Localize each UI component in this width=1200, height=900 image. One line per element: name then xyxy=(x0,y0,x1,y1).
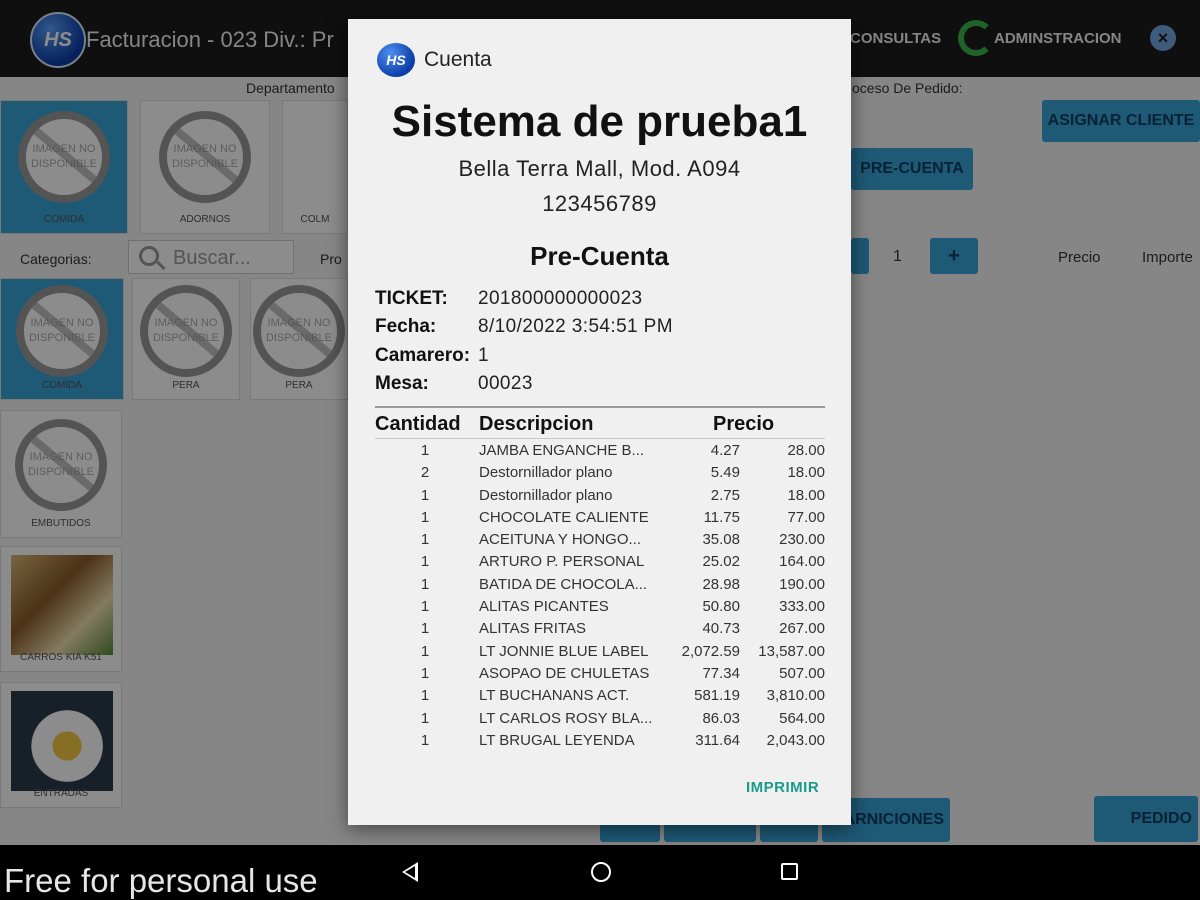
item-price: 311.64 xyxy=(695,731,740,749)
table-row: 1 LT CARLOS ROSY BLA... 86.03 564.00 xyxy=(375,707,825,729)
item-total: 164.00 xyxy=(779,553,825,571)
cuenta-dialog: HS Cuenta Sistema de prueba1 Bella Terra… xyxy=(348,19,851,825)
item-description: Destornillador plano xyxy=(479,464,613,482)
item-total: 507.00 xyxy=(779,664,825,682)
item-qty: 1 xyxy=(420,709,430,727)
items-list: 1 JAMBA ENGANCHE B... 4.27 28.00 2 Destornill… xyxy=(375,439,825,751)
item-description: LT JONNIE BLUE LABEL xyxy=(479,642,649,660)
table-row: 1 ACEITUNA Y HONGO... 35.08 230.00 xyxy=(375,528,825,550)
item-total: 77.00 xyxy=(787,508,825,526)
item-price: 77.34 xyxy=(702,664,740,682)
table-row: 1 ALITAS FRITAS 40.73 267.00 xyxy=(375,617,825,639)
nav-back-icon[interactable] xyxy=(402,862,418,882)
ticket-label: TICKET: xyxy=(375,288,448,309)
item-qty: 1 xyxy=(420,642,430,660)
column-cantidad: Cantidad xyxy=(375,413,461,435)
item-qty: 1 xyxy=(420,620,430,638)
item-qty: 1 xyxy=(420,664,430,682)
table-row: 1 JAMBA ENGANCHE B... 4.27 28.00 xyxy=(375,439,825,461)
item-price: 581.19 xyxy=(694,687,740,705)
item-price: 28.98 xyxy=(702,575,740,593)
table-row: 1 LT BUCHANANS ACT. 581.19 3,810.00 xyxy=(375,684,825,706)
item-description: ALITAS FRITAS xyxy=(479,620,586,638)
business-name: Sistema de prueba1 xyxy=(391,97,808,146)
item-price: 4.27 xyxy=(710,442,740,459)
item-price: 5.49 xyxy=(710,464,740,482)
item-total: 267.00 xyxy=(779,620,825,638)
item-price: 25.02 xyxy=(702,553,740,571)
item-total: 2,043.00 xyxy=(766,731,825,749)
item-total: 230.00 xyxy=(779,531,825,549)
item-description: BATIDA DE CHOCOLA... xyxy=(479,575,648,593)
divider xyxy=(375,406,825,408)
item-qty: 1 xyxy=(420,731,430,749)
hs-logo-icon: HS xyxy=(377,43,415,77)
item-qty: 1 xyxy=(420,553,430,571)
fecha-label: Fecha: xyxy=(375,316,437,337)
item-qty: 1 xyxy=(420,575,430,593)
camarero-value: 1 xyxy=(478,345,489,366)
camarero-label: Camarero: xyxy=(375,345,471,366)
business-phone: 123456789 xyxy=(542,191,657,216)
table-row: 1 LT JONNIE BLUE LABEL 2,072.59 13,587.00 xyxy=(375,640,825,662)
table-row: 2 Destornillador plano 5.49 18.00 xyxy=(375,461,825,483)
nav-recent-icon[interactable] xyxy=(781,863,798,880)
item-qty: 1 xyxy=(420,486,430,504)
item-price: 2,072.59 xyxy=(681,642,740,660)
item-description: JAMBA ENGANCHE B... xyxy=(479,442,645,459)
item-total: 190.00 xyxy=(779,575,825,593)
item-qty: 1 xyxy=(420,508,430,526)
item-price: 11.75 xyxy=(703,508,740,526)
item-description: LT BRUGAL LEYENDA xyxy=(479,731,635,749)
item-total: 18.00 xyxy=(787,464,825,482)
item-qty: 2 xyxy=(420,464,430,482)
watermark: Free for personal use xyxy=(4,862,318,899)
item-description: ACEITUNA Y HONGO... xyxy=(479,531,641,549)
item-total: 28.00 xyxy=(787,442,825,459)
item-description: ALITAS PICANTES xyxy=(479,598,609,616)
item-qty: 1 xyxy=(420,687,430,705)
item-price: 35.08 xyxy=(702,531,740,549)
fecha-value: 8/10/2022 3:54:51 PM xyxy=(478,316,673,337)
mesa-value: 00023 xyxy=(478,373,533,394)
item-description: ASOPAO DE CHULETAS xyxy=(479,664,650,682)
item-qty: 1 xyxy=(420,598,430,616)
item-description: CHOCOLATE CALIENTE xyxy=(479,508,649,526)
item-price: 40.73 xyxy=(702,620,740,638)
item-total: 564.00 xyxy=(779,709,825,727)
item-price: 2.75 xyxy=(710,486,740,504)
document-title: Pre-Cuenta xyxy=(530,241,669,271)
table-row: 1 ASOPAO DE CHULETAS 77.34 507.00 xyxy=(375,662,825,684)
nav-home-icon[interactable] xyxy=(591,862,611,882)
table-row: 1 ALITAS PICANTES 50.80 333.00 xyxy=(375,595,825,617)
table-row: 1 LT BRUGAL LEYENDA 311.64 2,043.00 xyxy=(375,729,825,751)
item-description: ARTURO P. PERSONAL xyxy=(479,553,645,571)
table-row: 1 CHOCOLATE CALIENTE 11.75 77.00 xyxy=(375,506,825,528)
table-row: 1 BATIDA DE CHOCOLA... 28.98 190.00 xyxy=(375,573,825,595)
column-precio: Precio xyxy=(713,413,775,435)
item-price: 50.80 xyxy=(702,598,740,616)
business-address: Bella Terra Mall, Mod. A094 xyxy=(458,156,741,181)
item-qty: 1 xyxy=(420,442,430,459)
item-total: 333.00 xyxy=(779,598,825,616)
mesa-label: Mesa: xyxy=(375,373,429,394)
table-row: 1 Destornillador plano 2.75 18.00 xyxy=(375,484,825,506)
item-total: 18.00 xyxy=(787,486,825,504)
ticket-value: 201800000000023 xyxy=(478,288,643,309)
imprimir-button[interactable]: IMPRIMIR xyxy=(746,779,819,796)
dialog-title: Cuenta xyxy=(424,48,492,71)
column-descripcion: Descripcion xyxy=(479,413,594,435)
item-qty: 1 xyxy=(420,531,430,549)
item-description: Destornillador plano xyxy=(479,486,613,504)
item-price: 86.03 xyxy=(702,709,740,727)
item-description: LT CARLOS ROSY BLA... xyxy=(479,709,653,727)
item-description: LT BUCHANANS ACT. xyxy=(479,687,630,705)
table-row: 1 ARTURO P. PERSONAL 25.02 164.00 xyxy=(375,550,825,572)
item-total: 13,587.00 xyxy=(758,642,825,660)
item-total: 3,810.00 xyxy=(766,687,825,705)
